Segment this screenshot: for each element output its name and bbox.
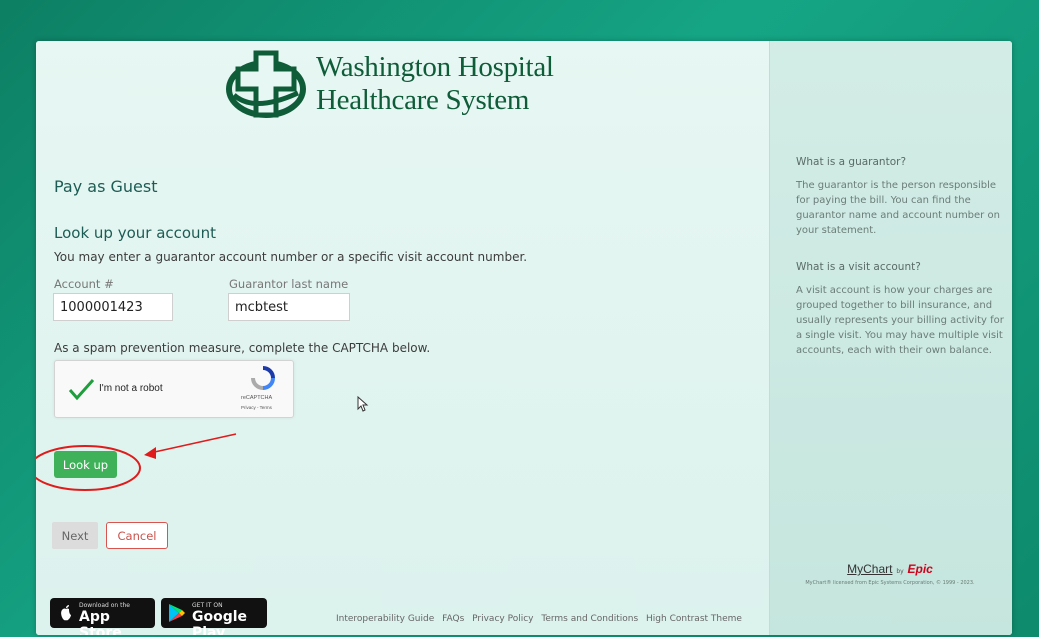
hospital-name-line1: Washington Hospital	[316, 51, 554, 83]
lastname-input[interactable]	[228, 293, 350, 321]
lastname-label: Guarantor last name	[229, 277, 349, 291]
google-play-icon	[169, 604, 185, 622]
recaptcha-widget: I'm not a robot reCAPTCHA Privacy - Term…	[54, 360, 294, 418]
mychart-by: by	[896, 568, 904, 575]
app-store-badge[interactable]: Download on the App Store	[50, 598, 155, 635]
visit-account-answer: A visit account is how your charges are …	[796, 285, 1004, 356]
account-input[interactable]	[53, 293, 173, 321]
visit-account-question: What is a visit account?	[796, 261, 921, 273]
footer-link-interoperability[interactable]: Interoperability Guide	[336, 614, 434, 624]
apple-icon	[61, 605, 71, 621]
login-card: Washington Hospital Healthcare System Pa…	[36, 41, 1012, 635]
footer-link-privacy[interactable]: Privacy Policy	[472, 614, 533, 624]
google-play-big: Google Play	[192, 609, 248, 635]
google-play-badge[interactable]: GET IT ON Google Play	[161, 598, 267, 635]
page-title: Pay as Guest	[54, 177, 158, 196]
epic-logo: Epic	[907, 562, 933, 576]
cursor-icon	[357, 396, 369, 412]
footer-link-high-contrast[interactable]: High Contrast Theme	[646, 614, 742, 624]
footer-links: Interoperability Guide FAQs Privacy Poli…	[336, 614, 747, 624]
guarantor-question: What is a guarantor?	[796, 156, 907, 168]
footer-link-faqs[interactable]: FAQs	[442, 614, 464, 624]
annotation-overlay	[36, 433, 237, 491]
app-store-big: App Store	[79, 609, 122, 635]
hospital-name-line2: Healthcare System	[316, 84, 530, 116]
captcha-prompt: As a spam prevention measure, complete t…	[54, 341, 431, 355]
cancel-button[interactable]: Cancel	[106, 522, 168, 549]
cross-emblem-icon	[226, 50, 306, 118]
footer-link-terms[interactable]: Terms and Conditions	[541, 614, 638, 624]
hospital-logo: Washington Hospital Healthcare System	[226, 47, 586, 129]
section-title: Look up your account	[54, 224, 216, 242]
recaptcha-links[interactable]: Privacy - Terms	[241, 405, 272, 410]
help-sidebar: What is a guarantor? The guarantor is th…	[769, 41, 1012, 635]
account-label: Account #	[54, 277, 114, 291]
mychart-brand: MyChart	[847, 562, 893, 576]
google-play-small: GET IT ON	[192, 602, 223, 609]
captcha-checkbox-label: I'm not a robot	[99, 383, 163, 394]
guarantor-answer: The guarantor is the person responsible …	[796, 180, 1000, 236]
hospital-name: Washington Hospital Healthcare System	[316, 51, 554, 117]
app-store-small: Download on the	[79, 602, 130, 609]
mychart-license: MyChart® licensed from Epic Systems Corp…	[805, 580, 975, 586]
recaptcha-logo-icon	[251, 366, 275, 390]
checkmark-icon[interactable]	[67, 378, 95, 402]
recaptcha-brand: reCAPTCHA	[241, 395, 273, 401]
instruction-text: You may enter a guarantor account number…	[54, 250, 528, 264]
main-panel: Washington Hospital Healthcare System Pa…	[36, 41, 769, 635]
mychart-branding: MyChart by Epic MyChart® licensed from E…	[770, 562, 1010, 586]
next-button[interactable]: Next	[52, 522, 98, 549]
